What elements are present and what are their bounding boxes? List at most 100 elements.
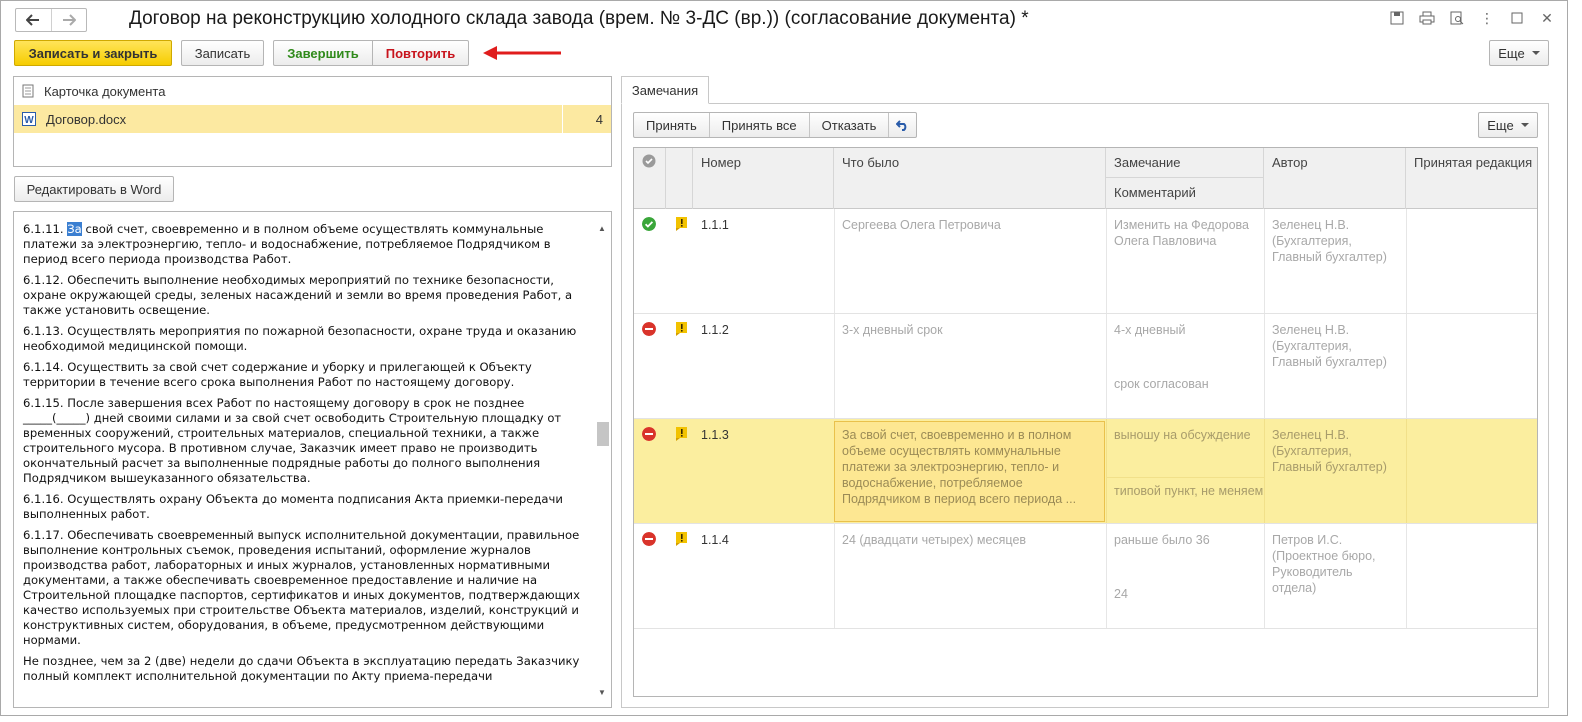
remarks-table: Номер Что было Замечание Комментарий Авт… — [633, 147, 1538, 697]
chevron-down-icon — [1531, 51, 1540, 55]
more-vertical-icon[interactable]: ⋮ — [1479, 10, 1495, 26]
header-was[interactable]: Что было — [834, 148, 1106, 209]
tab-remarks[interactable]: Замечания — [621, 76, 709, 104]
cell-author: Зеленец Н.В. (Бухгалтерия, Главный бухга… — [1272, 428, 1387, 474]
cell-author: Зеленец Н.В. (Бухгалтерия, Главный бухга… — [1272, 323, 1387, 369]
window-controls: ⋮ ✕ — [1389, 10, 1555, 26]
table-row-selected[interactable]: 1.1.3 За свой счет, своевременно и в пол… — [634, 419, 1537, 524]
cell-number: 1.1.3 — [701, 428, 729, 442]
flag-icon — [676, 427, 687, 441]
cell-remark: выношу на обсуждение — [1114, 428, 1251, 442]
forward-button[interactable] — [52, 9, 87, 31]
column-divider — [1406, 419, 1407, 523]
flag-icon — [676, 532, 687, 546]
window-title: Договор на реконструкцию холодного склад… — [129, 8, 1029, 29]
undo-button[interactable] — [889, 113, 916, 137]
header-number[interactable]: Номер — [693, 148, 834, 209]
arrow-left-icon — [26, 14, 40, 26]
close-icon[interactable]: ✕ — [1539, 10, 1555, 26]
back-button[interactable] — [16, 9, 52, 31]
paragraph: 6.1.12. Обеспечить выполнение необходимы… — [23, 273, 573, 317]
more-button[interactable]: Еще — [1489, 40, 1549, 66]
table-row[interactable]: 1.1.1 Сергеева Олега Петровича Изменить … — [634, 209, 1537, 314]
document-text-view[interactable]: 6.1.11. За свой счет, своевременно и в п… — [13, 211, 612, 708]
scroll-up-icon[interactable]: ▲ — [598, 224, 606, 233]
cell-number: 1.1.4 — [701, 533, 729, 547]
cell-remark: Изменить на Федорова Олега Павловича — [1114, 218, 1249, 248]
finish-button[interactable]: Завершить — [273, 40, 373, 66]
remarks-toolbar: Принять Принять все Отказать — [633, 112, 918, 138]
table-row[interactable]: 1.1.2 3-х дневный срок 4-х дневный срок … — [634, 314, 1537, 419]
header-author[interactable]: Автор — [1264, 148, 1406, 209]
check-circle-icon — [642, 154, 656, 168]
vertical-scrollbar[interactable]: ▲ ▼ — [595, 224, 609, 697]
maximize-icon[interactable] — [1509, 10, 1525, 26]
header-comment[interactable]: Комментарий — [1106, 178, 1263, 208]
arrow-right-icon — [62, 14, 76, 26]
selected-text: За — [67, 222, 82, 236]
column-divider — [562, 105, 563, 133]
accepted-check-icon — [642, 217, 656, 231]
cell-number: 1.1.1 — [701, 218, 729, 232]
more-button-label: Еще — [1498, 45, 1525, 61]
paragraph-text: свой счет, своевременно и в полном объем… — [23, 222, 551, 266]
cell-comment: типовой пункт, не меняем — [1114, 484, 1264, 498]
paragraph: 6.1.14. Осуществить за свой счет содержа… — [23, 360, 532, 389]
paragraph: 6.1.13. Осуществлять мероприятия по пожа… — [23, 324, 577, 353]
file-list: Карточка документа W Договор.docx 4 — [13, 76, 612, 167]
cell-author: Петров И.С. (Проектное бюро, Руководител… — [1272, 533, 1376, 595]
red-arrow-annotation — [483, 46, 561, 60]
cell-author: Зеленец Н.В. (Бухгалтерия, Главный бухга… — [1272, 218, 1387, 264]
reject-button[interactable]: Отказать — [810, 113, 890, 137]
scroll-down-icon[interactable]: ▼ — [598, 688, 606, 697]
cell-comment: срок согласован — [1114, 377, 1209, 391]
paragraph: 6.1.16. Осуществлять охрану Объекта до м… — [23, 492, 563, 521]
undo-icon — [896, 120, 907, 131]
table-header: Номер Что было Замечание Комментарий Авт… — [634, 148, 1537, 209]
flag-icon — [676, 217, 687, 231]
file-label: Карточка документа — [44, 83, 166, 99]
chevron-down-icon — [1520, 123, 1529, 127]
document-window: Договор на реконструкцию холодного склад… — [0, 0, 1568, 716]
table-row[interactable]: 1.1.4 24 (двадцати четырех) месяцев рань… — [634, 524, 1537, 629]
cell-was: Сергеева Олега Петровича — [842, 218, 1001, 232]
file-count: 4 — [595, 111, 603, 127]
column-divider — [1406, 209, 1407, 313]
column-divider — [1406, 524, 1407, 628]
header-flag[interactable] — [666, 148, 693, 209]
cell-remark: раньше было 36 — [1114, 533, 1210, 547]
header-remark-group: Замечание Комментарий — [1106, 148, 1264, 209]
flag-icon — [676, 322, 687, 336]
cell-remark: 4-х дневный — [1114, 323, 1186, 337]
file-row-contract[interactable]: W Договор.docx 4 — [14, 105, 611, 133]
header-accepted[interactable]: Принятая редакция — [1406, 148, 1537, 209]
scrollbar-thumb[interactable] — [597, 422, 609, 446]
header-status[interactable] — [634, 148, 666, 209]
save-icon[interactable] — [1389, 10, 1405, 26]
preview-icon[interactable] — [1449, 10, 1465, 26]
repeat-button[interactable]: Повторить — [372, 40, 469, 66]
paragraph-number: 6.1.11. — [23, 222, 68, 236]
edit-in-word-button[interactable]: Редактировать в Word — [14, 176, 174, 202]
rejected-icon — [642, 427, 656, 441]
subrow-divider — [1106, 477, 1264, 478]
save-button[interactable]: Записать — [181, 40, 264, 66]
accept-all-button[interactable]: Принять все — [710, 113, 810, 137]
print-icon[interactable] — [1419, 10, 1435, 26]
paragraph: 6.1.11. За свой счет, своевременно и в п… — [23, 222, 591, 267]
paragraph: 6.1.17. Обеспечивать своевременный выпус… — [23, 528, 580, 647]
nav-buttons — [15, 8, 87, 32]
cell-was: 24 (двадцати четырех) месяцев — [842, 533, 1027, 547]
header-remark[interactable]: Замечание — [1106, 148, 1263, 178]
accept-button[interactable]: Принять — [634, 113, 710, 137]
document-icon — [22, 84, 34, 98]
cell-was: 3-х дневный срок — [842, 323, 943, 337]
rejected-icon — [642, 322, 656, 336]
save-and-close-button[interactable]: Записать и закрыть — [14, 40, 172, 66]
svg-text:W: W — [24, 115, 34, 126]
cell-was-editing[interactable]: За свой счет, своевременно и в полном об… — [834, 421, 1105, 522]
paragraph: Не позднее, чем за 2 (две) недели до сда… — [23, 654, 580, 683]
file-row-document-card[interactable]: Карточка документа — [14, 77, 611, 105]
cell-number: 1.1.2 — [701, 323, 729, 337]
remarks-more-button[interactable]: Еще — [1478, 112, 1538, 138]
